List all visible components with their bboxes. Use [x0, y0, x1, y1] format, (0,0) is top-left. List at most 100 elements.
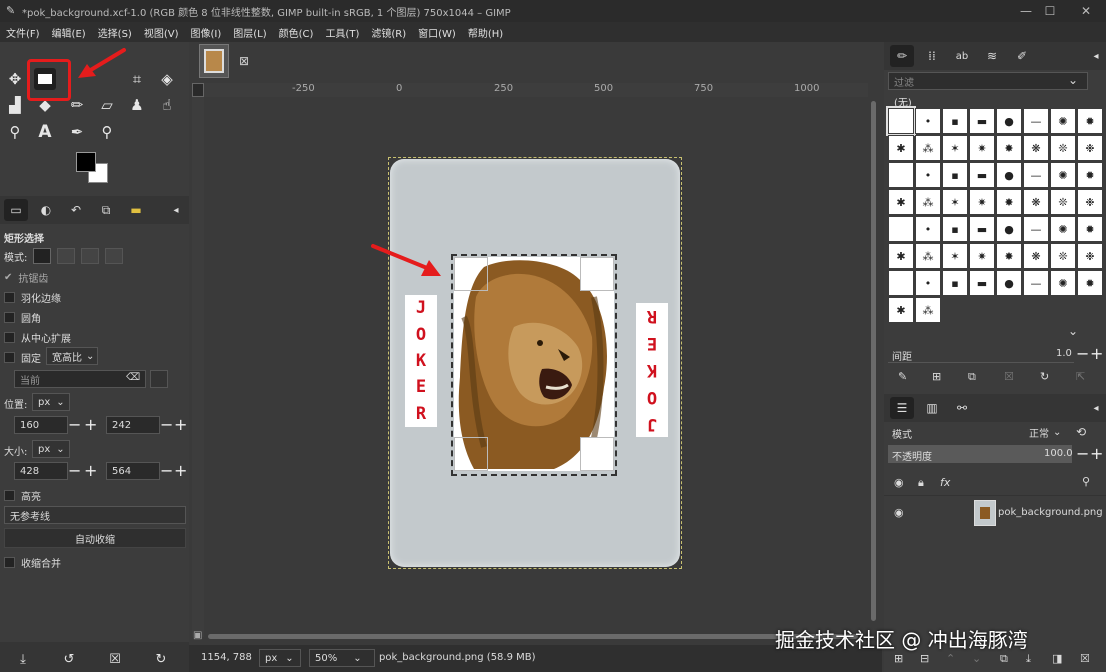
brush-swatch[interactable]: ● [996, 270, 1022, 296]
unit-dropdown[interactable]: px ⌄ [259, 649, 301, 667]
highlight-row[interactable]: 高亮 [4, 488, 41, 503]
dock-menu-icon[interactable]: ◂ [1084, 45, 1106, 67]
move-tool-icon[interactable]: ✥ [4, 68, 26, 90]
chevron-down-icon[interactable]: ⌄ [1068, 73, 1078, 87]
brush-swatch[interactable]: ✹ [1077, 162, 1103, 188]
brush-swatch[interactable] [888, 162, 914, 188]
paths-tool-icon[interactable]: ⚲ [4, 121, 26, 143]
opacity-slider[interactable]: 不透明度 100.0 [888, 445, 1073, 463]
brush-swatch[interactable]: ▬ [969, 270, 995, 296]
brush-swatch[interactable]: ❋ [1023, 243, 1049, 269]
brush-swatch[interactable]: ▪ [942, 216, 968, 242]
menu-select[interactable]: 选择(S) [92, 25, 138, 40]
position-unit-dropdown[interactable]: px ⌄ [32, 393, 70, 411]
minus-icon[interactable]: − [160, 417, 173, 433]
brush-swatch[interactable]: ❊ [1050, 189, 1076, 215]
search-icon[interactable]: ⚲ [1082, 475, 1090, 488]
raise-layer-icon[interactable]: ⌃ [946, 652, 955, 665]
quick-mask-icon[interactable]: ▣ [193, 630, 202, 641]
brush-swatch[interactable]: — [1023, 216, 1049, 242]
brush-swatch[interactable]: ✺ [1050, 108, 1076, 134]
vertical-scrollbar[interactable] [869, 97, 879, 637]
brush-swatch[interactable]: ✹ [1077, 216, 1103, 242]
menu-view[interactable]: 视图(V) [138, 25, 185, 40]
brush-swatch[interactable]: ✶ [942, 189, 968, 215]
size-height-input[interactable]: 564 [106, 462, 160, 480]
auto-shrink-button[interactable]: 自动收缩 [4, 528, 186, 548]
rounded-row[interactable]: 圆角 [4, 310, 41, 325]
brush-swatch[interactable]: ⁂ [915, 243, 941, 269]
foreground-color-swatch[interactable] [76, 152, 96, 172]
device-status-tab-icon[interactable]: ◐ [34, 199, 58, 221]
shrink-merged-row[interactable]: 收缩合并 [4, 555, 61, 570]
brush-swatch[interactable]: ❉ [1077, 243, 1103, 269]
horizontal-scroll-thumb[interactable] [208, 634, 858, 639]
expand-center-row[interactable]: 从中心扩展 [4, 330, 71, 345]
brush-swatch[interactable]: ● [996, 162, 1022, 188]
transform-tool-icon[interactable]: ◈ [156, 68, 178, 90]
brush-swatch[interactable]: ✸ [996, 135, 1022, 161]
eye-icon[interactable]: ◉ [894, 506, 904, 519]
brush-swatch[interactable] [888, 270, 914, 296]
rect-selection-marquee[interactable] [451, 254, 617, 476]
chevron-down-icon[interactable]: ⌄ [1068, 324, 1078, 338]
merge-layer-icon[interactable]: ⤓ [1026, 652, 1031, 666]
plus-icon[interactable]: + [1090, 446, 1103, 462]
menu-layer[interactable]: 图层(L) [227, 25, 272, 40]
delete-layer-icon[interactable]: ☒ [1080, 652, 1090, 665]
portrait-toggle[interactable] [150, 370, 168, 388]
brush-swatch[interactable]: ✶ [942, 135, 968, 161]
brush-swatch[interactable]: ❊ [1050, 135, 1076, 161]
save-options-icon[interactable]: ⤓ [12, 648, 34, 670]
horizontal-scrollbar[interactable] [204, 632, 868, 642]
feather-checkbox[interactable] [4, 292, 15, 303]
menu-edit[interactable]: 编辑(E) [46, 25, 92, 40]
brush-swatch[interactable]: ❉ [1077, 189, 1103, 215]
brush-swatch[interactable]: ✹ [1077, 270, 1103, 296]
new-group-icon[interactable]: ⊟ [920, 652, 929, 665]
clear-field-icon[interactable]: ⌫ [126, 372, 140, 383]
plus-icon[interactable]: + [174, 417, 187, 433]
restore-options-icon[interactable]: ↺ [58, 648, 80, 670]
zoom-tool-icon[interactable]: ⚲ [96, 121, 118, 143]
new-layer-icon[interactable]: ⊞ [894, 652, 903, 665]
duplicate-layer-icon[interactable]: ⧉ [1000, 652, 1008, 666]
channels-tab-icon[interactable]: ▥ [920, 397, 944, 419]
brush-swatch[interactable]: ❋ [1023, 135, 1049, 161]
size-width-input[interactable]: 428 [14, 462, 68, 480]
layers-tab-icon[interactable]: ☰ [890, 397, 914, 419]
spacing-slider[interactable] [888, 345, 1074, 363]
brush-swatch[interactable]: ⁂ [915, 135, 941, 161]
brush-swatch[interactable]: • [915, 270, 941, 296]
shrink-merged-checkbox[interactable] [4, 557, 15, 568]
undo-history-tab-icon[interactable]: ↶ [64, 199, 88, 221]
minus-icon[interactable]: − [68, 463, 81, 479]
close-image-tab-icon[interactable]: ⊠ [239, 54, 249, 68]
brush-swatch[interactable]: — [1023, 108, 1049, 134]
brush-swatch[interactable]: ▪ [942, 162, 968, 188]
brush-swatch[interactable]: ✱ [888, 189, 914, 215]
brush-swatch[interactable]: ✱ [888, 297, 914, 323]
brush-swatch[interactable]: ▪ [942, 108, 968, 134]
menu-image[interactable]: 图像(I) [185, 25, 228, 40]
menu-help[interactable]: 帮助(H) [462, 25, 509, 40]
brush-swatch[interactable]: ✺ [1050, 216, 1076, 242]
rounded-checkbox[interactable] [4, 312, 15, 323]
gradients-tab-icon[interactable]: ≋ [980, 45, 1004, 67]
bucket-fill-tool-icon[interactable]: ▟ [4, 94, 26, 116]
mode-add-icon[interactable] [57, 248, 76, 264]
mode-intersect-icon[interactable] [105, 248, 124, 264]
clone-tool-icon[interactable]: ♟ [126, 94, 148, 116]
brush-swatch[interactable]: ✸ [996, 189, 1022, 215]
brush-swatch[interactable]: ✷ [969, 243, 995, 269]
brush-swatch[interactable]: ▬ [969, 108, 995, 134]
brush-swatch[interactable]: • [915, 162, 941, 188]
brush-swatch[interactable]: ❊ [1050, 243, 1076, 269]
text-tool-icon[interactable]: A [34, 121, 56, 143]
delete-options-icon[interactable]: ☒ [104, 648, 126, 670]
brush-swatch[interactable] [888, 216, 914, 242]
tab-menu-icon[interactable]: ◂ [164, 199, 188, 221]
size-unit-dropdown[interactable]: px ⌄ [32, 440, 70, 458]
menu-colors[interactable]: 颜色(C) [273, 25, 320, 40]
brush-swatch[interactable]: ❋ [1023, 189, 1049, 215]
